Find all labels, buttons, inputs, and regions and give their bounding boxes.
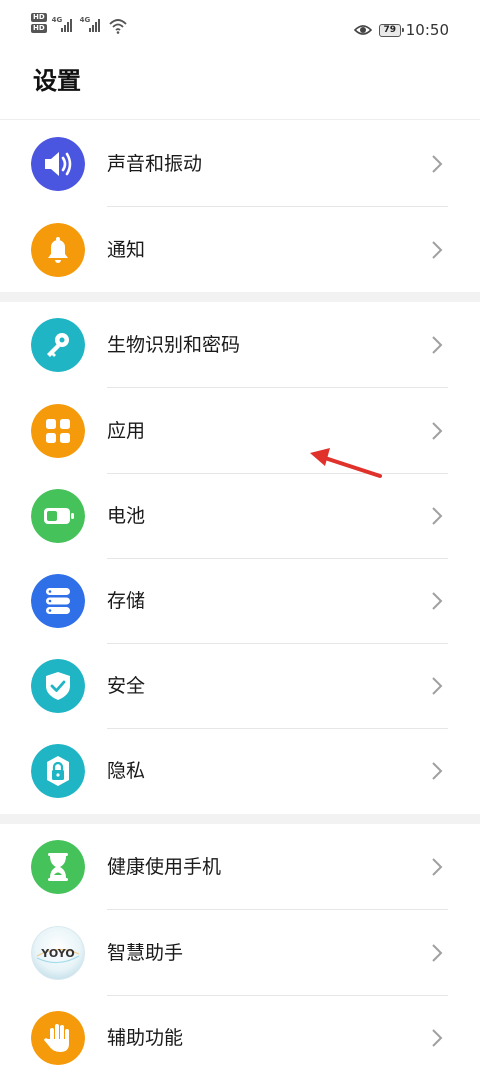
- settings-item-notifications[interactable]: 通知: [0, 207, 480, 293]
- settings-item-accessibility[interactable]: 辅助功能: [0, 995, 480, 1081]
- hd-badge-1: HD: [31, 13, 47, 22]
- settings-item-label: 应用: [107, 420, 146, 442]
- settings-item-assistant[interactable]: YOYO 智慧助手: [0, 910, 480, 996]
- settings-item-digital-balance[interactable]: 健康使用手机: [0, 824, 480, 910]
- chevron-right-icon: [432, 422, 443, 440]
- settings-item-biometrics[interactable]: 生物识别和密码: [0, 302, 480, 388]
- eye-comfort-icon: [353, 25, 372, 35]
- page-title: 设置: [33, 67, 81, 95]
- settings-item-storage[interactable]: 存储: [0, 558, 480, 644]
- hd-badges: HD HD: [31, 13, 47, 35]
- hand-icon: [31, 1011, 85, 1065]
- apps-grid-icon: [31, 404, 85, 458]
- settings-item-label: 健康使用手机: [107, 856, 222, 878]
- chevron-right-icon: [432, 507, 443, 525]
- status-right: 79 10:50: [353, 19, 449, 41]
- yoyo-logo-icon: YOYO: [31, 926, 85, 980]
- settings-item-privacy[interactable]: 隐私: [0, 728, 480, 814]
- group-separator: [0, 292, 480, 302]
- battery-indicator: 79: [378, 23, 404, 37]
- key-icon: [31, 318, 85, 372]
- settings-item-label: 存储: [107, 590, 146, 612]
- settings-item-label: 辅助功能: [107, 1027, 184, 1049]
- bell-icon: [31, 223, 85, 277]
- hourglass-icon: [31, 840, 85, 894]
- chevron-right-icon: [432, 944, 443, 962]
- settings-item-battery[interactable]: 电池: [0, 473, 480, 559]
- hd-badge-2: HD: [31, 24, 47, 33]
- status-bar: HD HD 4G 4G 79 10:50: [0, 0, 480, 58]
- signal-1-icon: 4G: [52, 13, 76, 35]
- chevron-right-icon: [432, 1029, 443, 1047]
- lock-icon: [31, 744, 85, 798]
- settings-item-label: 智慧助手: [107, 942, 184, 964]
- chevron-right-icon: [432, 858, 443, 876]
- chevron-right-icon: [432, 336, 443, 354]
- chevron-right-icon: [432, 592, 443, 610]
- settings-item-label: 电池: [107, 505, 146, 527]
- wifi-icon: [109, 19, 127, 34]
- speaker-icon: [31, 137, 85, 191]
- header-divider: [0, 119, 480, 120]
- battery-icon: [31, 489, 85, 543]
- chevron-right-icon: [432, 762, 443, 780]
- settings-item-security[interactable]: 安全: [0, 643, 480, 729]
- signal-2-icon: 4G: [80, 13, 104, 35]
- chevron-right-icon: [432, 155, 443, 173]
- settings-item-label: 隐私: [107, 760, 146, 782]
- settings-item-sound[interactable]: 声音和振动: [0, 121, 480, 207]
- storage-icon: [31, 574, 85, 628]
- yoyo-logo-text: YOYO: [40, 947, 74, 960]
- group-separator: [0, 814, 480, 824]
- clock: 10:50: [405, 21, 449, 39]
- settings-item-label: 安全: [107, 675, 146, 697]
- shield-icon: [31, 659, 85, 713]
- chevron-right-icon: [432, 241, 443, 259]
- chevron-right-icon: [432, 677, 443, 695]
- settings-item-label: 声音和振动: [107, 153, 203, 175]
- settings-item-apps[interactable]: 应用: [0, 388, 480, 474]
- settings-item-label: 生物识别和密码: [107, 334, 241, 356]
- settings-item-label: 通知: [107, 239, 146, 261]
- status-left: HD HD 4G 4G: [31, 13, 128, 43]
